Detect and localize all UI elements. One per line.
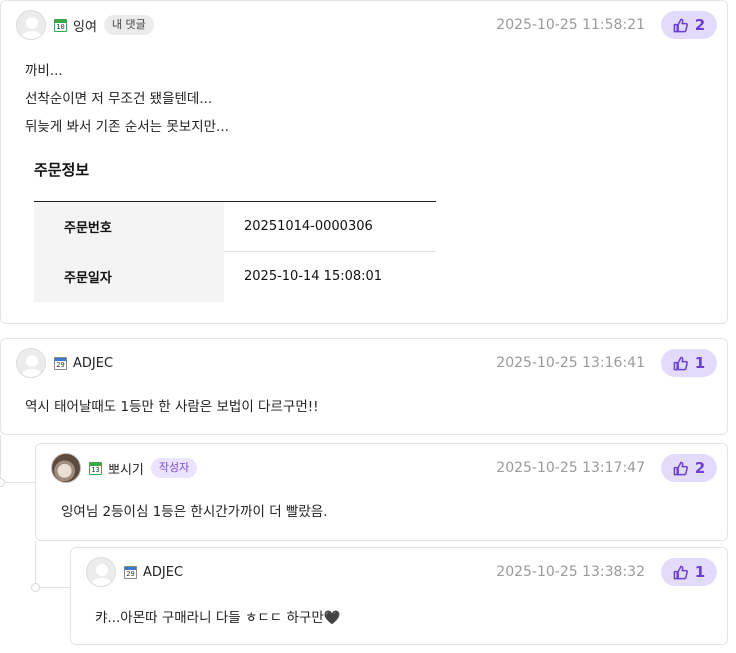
- order-number-label: 주문번호: [34, 201, 224, 252]
- default-user-icon: [91, 564, 113, 586]
- order-number-value: 20251014-0000306: [244, 219, 373, 234]
- timestamp: 2025-10-25 11:58:21: [496, 17, 645, 33]
- nickname[interactable]: 잉여: [73, 16, 97, 35]
- avatar[interactable]: [86, 557, 116, 587]
- avatar[interactable]: [16, 10, 46, 40]
- table-row: 주문일자 2025-10-14 15:08:01: [34, 251, 436, 302]
- default-user-icon: [21, 17, 43, 39]
- reply-thread-dot: [0, 478, 5, 487]
- like-count: 2: [694, 16, 706, 34]
- default-user-icon: [21, 355, 43, 377]
- comment-card: 29 ADJEC 2025-10-25 13:16:41 1 역시 태어날때도 …: [0, 338, 728, 435]
- level-badge: 13: [89, 461, 102, 475]
- comment-body: 역시 태어날때도 1등만 한 사람은 보법이 다르구먼!!: [25, 393, 319, 421]
- table-row: 주문번호 20251014-0000306: [34, 201, 436, 252]
- order-info-title: 주문정보: [34, 161, 90, 179]
- level-badge: 29: [54, 356, 67, 370]
- reply-thread-line: [35, 541, 36, 587]
- comment-line: 역시 태어날때도 1등만 한 사람은 보법이 다르구먼!!: [25, 399, 319, 415]
- reply-card: 29 ADJEC 2025-10-25 13:38:32 1 캬...아몬따 구…: [70, 547, 728, 645]
- level-badge: 29: [124, 565, 137, 579]
- avatar[interactable]: [16, 348, 46, 378]
- like-button[interactable]: 1: [661, 558, 717, 586]
- like-count: 1: [694, 354, 706, 372]
- order-date-label: 주문일자: [34, 251, 224, 302]
- thumbs-up-icon: [673, 461, 688, 475]
- timestamp: 2025-10-25 13:17:47: [496, 460, 645, 476]
- thumbs-up-icon: [673, 18, 688, 32]
- reply-card: 13 뽀시기 작성자 2025-10-25 13:17:47 2 잉여님 2등이…: [35, 443, 728, 541]
- avatar[interactable]: [51, 453, 81, 483]
- like-button[interactable]: 2: [661, 11, 717, 39]
- comment-line: 뒤늦게 봐서 기존 순서는 못보지만...: [25, 119, 229, 135]
- like-button[interactable]: 1: [661, 349, 717, 377]
- nickname[interactable]: ADJEC: [143, 565, 183, 580]
- comment-line: 캬...아몬따 구매라니 다들 ㅎㄷㄷ 하구만🖤: [95, 610, 341, 626]
- timestamp: 2025-10-25 13:38:32: [496, 564, 645, 580]
- comment-line: 까비...: [25, 63, 63, 79]
- comment-body: 캬...아몬따 구매라니 다들 ㅎㄷㄷ 하구만🖤: [95, 604, 341, 632]
- comment-header: 29 ADJEC 2025-10-25 13:16:41 1: [16, 347, 717, 379]
- order-info-table: 주문번호 20251014-0000306 주문일자 2025-10-14 15…: [34, 201, 436, 302]
- nickname[interactable]: ADJEC: [73, 356, 113, 371]
- reply-thread-dot: [31, 583, 40, 592]
- author-tag: 작성자: [150, 458, 198, 478]
- like-count: 2: [694, 459, 706, 477]
- comment-line: 잉여님 2등이심 1등은 한시간가까이 더 빨랐음.: [61, 504, 328, 520]
- my-comment-tag: 내 댓글: [103, 15, 154, 35]
- comment-header: 10 잉여 내 댓글 2025-10-25 11:58:21 2: [16, 9, 717, 41]
- reply-thread-branch: [0, 482, 35, 483]
- level-badge: 10: [54, 18, 67, 32]
- order-date-value: 2025-10-14 15:08:01: [224, 251, 436, 302]
- thumbs-up-icon: [673, 356, 688, 370]
- comment-header: 13 뽀시기 작성자 2025-10-25 13:17:47 2: [51, 452, 717, 484]
- timestamp: 2025-10-25 13:16:41: [496, 355, 645, 371]
- thumbs-up-icon: [673, 565, 688, 579]
- comment-body: 까비... 선착순이면 저 무조건 됐을텐데... 뒤늦게 봐서 기존 순서는 …: [25, 57, 229, 141]
- comment-line: 선착순이면 저 무조건 됐을텐데...: [25, 91, 213, 107]
- comment-header: 29 ADJEC 2025-10-25 13:38:32 1: [86, 556, 717, 588]
- like-button[interactable]: 2: [661, 454, 717, 482]
- reply-thread-line: [0, 435, 1, 483]
- like-count: 1: [694, 563, 706, 581]
- comment-card: 10 잉여 내 댓글 2025-10-25 11:58:21 2 까비... 선…: [0, 0, 728, 324]
- reply-thread-branch: [35, 587, 70, 588]
- comment-body: 잉여님 2등이심 1등은 한시간가까이 더 빨랐음.: [61, 498, 328, 526]
- nickname[interactable]: 뽀시기: [108, 459, 144, 478]
